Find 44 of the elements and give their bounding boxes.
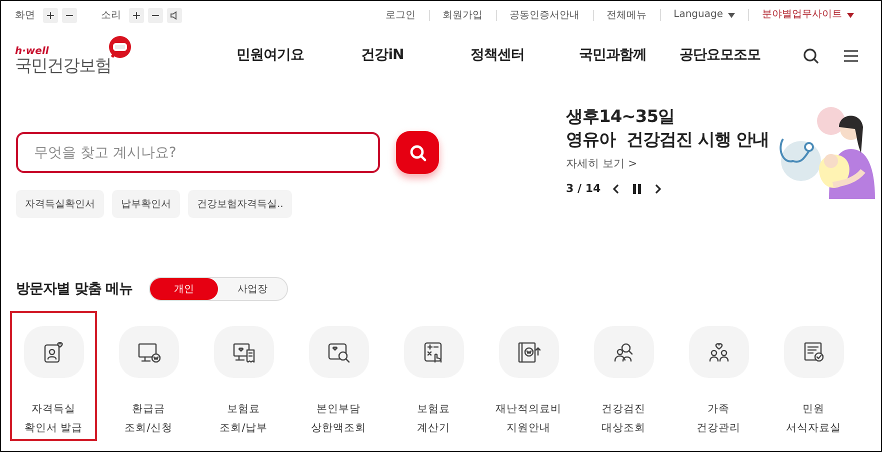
search-button[interactable] <box>396 131 439 174</box>
menu-shortcut[interactable]: 보험료 계산기 <box>390 311 477 441</box>
site-logo[interactable]: h·well 국민건강보험 <box>15 35 215 75</box>
slide-counter: 3 / 14 <box>566 180 601 196</box>
nav-link[interactable]: 공단요모조모 <box>670 44 770 66</box>
screen-label: 화면 <box>15 8 35 22</box>
nav-link[interactable]: 건강iN <box>325 44 440 66</box>
menu-shortcut[interactable]: 민원 서식자료실 <box>770 311 857 441</box>
banner-title: 영유아 건강검진 시행 안내 <box>566 129 770 152</box>
nav-link[interactable]: 국민과함께 <box>555 44 670 66</box>
banner-title: 생후14~35일 <box>566 106 676 129</box>
top-link[interactable]: 회원가입 <box>428 10 496 20</box>
menu-shortcut[interactable]: 재난적의료비 지원안내 <box>485 311 572 441</box>
section-title: 방문자별 맞춤 메뉴 <box>16 280 133 298</box>
toggle-tab[interactable]: 개인 <box>150 278 218 300</box>
zoom-button[interactable]: + <box>43 8 58 22</box>
toggle-tab[interactable]: 사업장 <box>218 278 287 300</box>
top-link[interactable]: 전체메뉴 <box>592 10 660 20</box>
sound-label: 소리 <box>101 8 121 22</box>
search-field[interactable]: 무엇을 찾고 계시나요? <box>16 132 380 173</box>
menu-shortcut[interactable]: 보험료 조회/납부 <box>200 311 287 441</box>
menu-shortcut[interactable]: 건강검진 대상조회 <box>580 311 667 441</box>
keyword-chip[interactable]: 납부확인서 <box>112 190 180 218</box>
caret-icon <box>847 12 854 18</box>
menu-shortcut[interactable]: 가족 건강관리 <box>675 311 762 441</box>
search-icon <box>408 144 426 162</box>
more-link[interactable]: 자세히 보기 > <box>566 156 638 172</box>
menu-shortcut[interactable]: 환급금 조회/신청 <box>105 311 192 441</box>
keyword-chip[interactable]: 건강보험자격득실.. <box>188 190 292 218</box>
menu-shortcut[interactable]: 본인부담 상한액조회 <box>295 311 382 441</box>
zoom-button[interactable]: − <box>62 8 77 22</box>
speaker-button[interactable] <box>167 8 182 22</box>
keyword-chip[interactable]: 자격득실확인서 <box>16 190 104 218</box>
volume-button[interactable]: + <box>129 8 144 22</box>
top-link[interactable]: 공동인증서안내 <box>496 10 593 20</box>
caret-icon <box>728 12 735 18</box>
top-link[interactable]: 로그인 <box>372 10 429 20</box>
nav-link[interactable]: 정책센터 <box>440 44 555 66</box>
menu-shortcut[interactable]: 자격득실 확인서 발급 <box>10 311 97 441</box>
dropdown-link[interactable]: Language <box>660 9 748 21</box>
volume-button[interactable]: − <box>148 8 163 22</box>
speaker-icon <box>170 10 179 20</box>
nav-link[interactable]: 민원여기요 <box>215 44 325 66</box>
dropdown-link[interactable]: 분야별업무사이트 <box>748 9 867 21</box>
